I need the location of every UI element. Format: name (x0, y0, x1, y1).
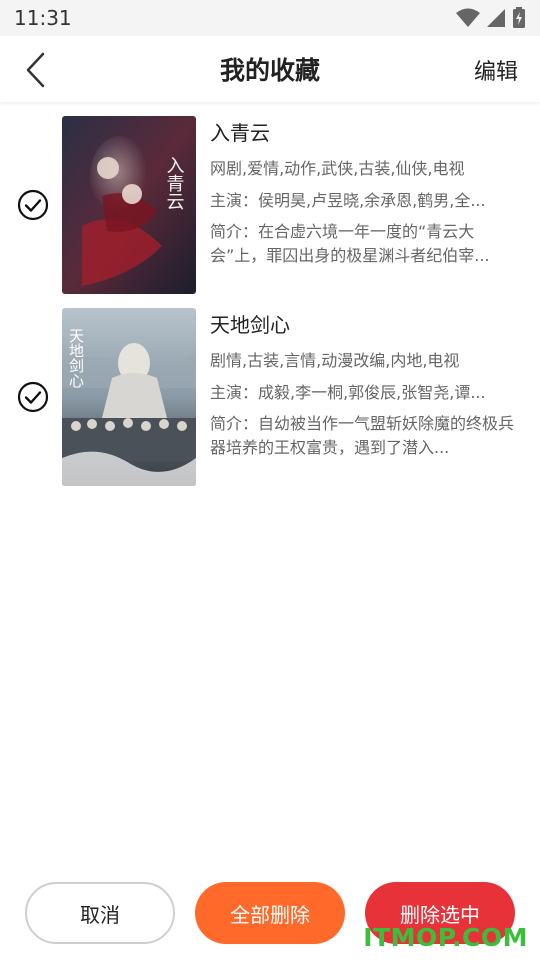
poster-image: 天地剑心 (62, 308, 196, 486)
list-item[interactable]: 天地剑心 天地剑心 剧情,古装,言情,动漫改编,内地,电视 主演：成毅,李一桐,… (0, 308, 540, 500)
delete-all-button[interactable]: 全部删除 (195, 882, 345, 944)
item-title: 天地剑心 (210, 313, 290, 337)
item-info: 天地剑心 剧情,古装,言情,动漫改编,内地,电视 主演：成毅,李一桐,郭俊辰,张… (210, 308, 522, 460)
status-time: 11:31 (14, 6, 72, 30)
item-cast: 主演：侯明昊,卢昱晓,余承恩,鹤男,全... (210, 191, 486, 210)
item-tags: 网剧,爱情,动作,武侠,古装,仙侠,电视 (210, 159, 465, 178)
cancel-button[interactable]: 取消 (25, 882, 175, 944)
item-info: 入青云 网剧,爱情,动作,武侠,古装,仙侠,电视 主演：侯明昊,卢昱晓,余承恩,… (210, 116, 522, 268)
item-description: 简介：自幼被当作一气盟斩妖除魔的终极兵器培养的王权富贵，遇到了潜入... (210, 414, 515, 457)
item-title: 入青云 (210, 121, 270, 145)
item-description: 简介：在合虚六境一年一度的“青云大会”上，罪囚出身的极星渊斗者纪伯宰... (210, 222, 490, 265)
page-title: 我的收藏 (219, 56, 320, 85)
signal-icon (487, 9, 505, 27)
checked-circle-icon[interactable] (17, 189, 49, 221)
item-cast: 主演：成毅,李一桐,郭俊辰,张智尧,谭... (210, 383, 486, 402)
edit-button[interactable]: 编辑 (474, 54, 518, 86)
battery-icon (513, 7, 525, 28)
poster-image: 入青云 (62, 116, 196, 294)
status-icons (456, 5, 526, 31)
poster-title-text: 入青云 (164, 156, 185, 210)
favorites-list: 入青云 入青云 网剧,爱情,动作,武侠,古装,仙侠,电视 主演：侯明昊,卢昱晓,… (0, 116, 540, 500)
item-tags: 剧情,古装,言情,动漫改编,内地,电视 (210, 351, 460, 370)
watermark: ITMOP.COM (363, 923, 528, 952)
list-item[interactable]: 入青云 入青云 网剧,爱情,动作,武侠,古装,仙侠,电视 主演：侯明昊,卢昱晓,… (0, 116, 540, 308)
wifi-icon (456, 8, 480, 27)
checked-circle-icon[interactable] (17, 381, 49, 413)
poster-title-text: 天地剑心 (67, 328, 85, 388)
top-bar: 我的收藏 编辑 (0, 36, 540, 102)
status-bar: 11:31 (0, 0, 540, 36)
